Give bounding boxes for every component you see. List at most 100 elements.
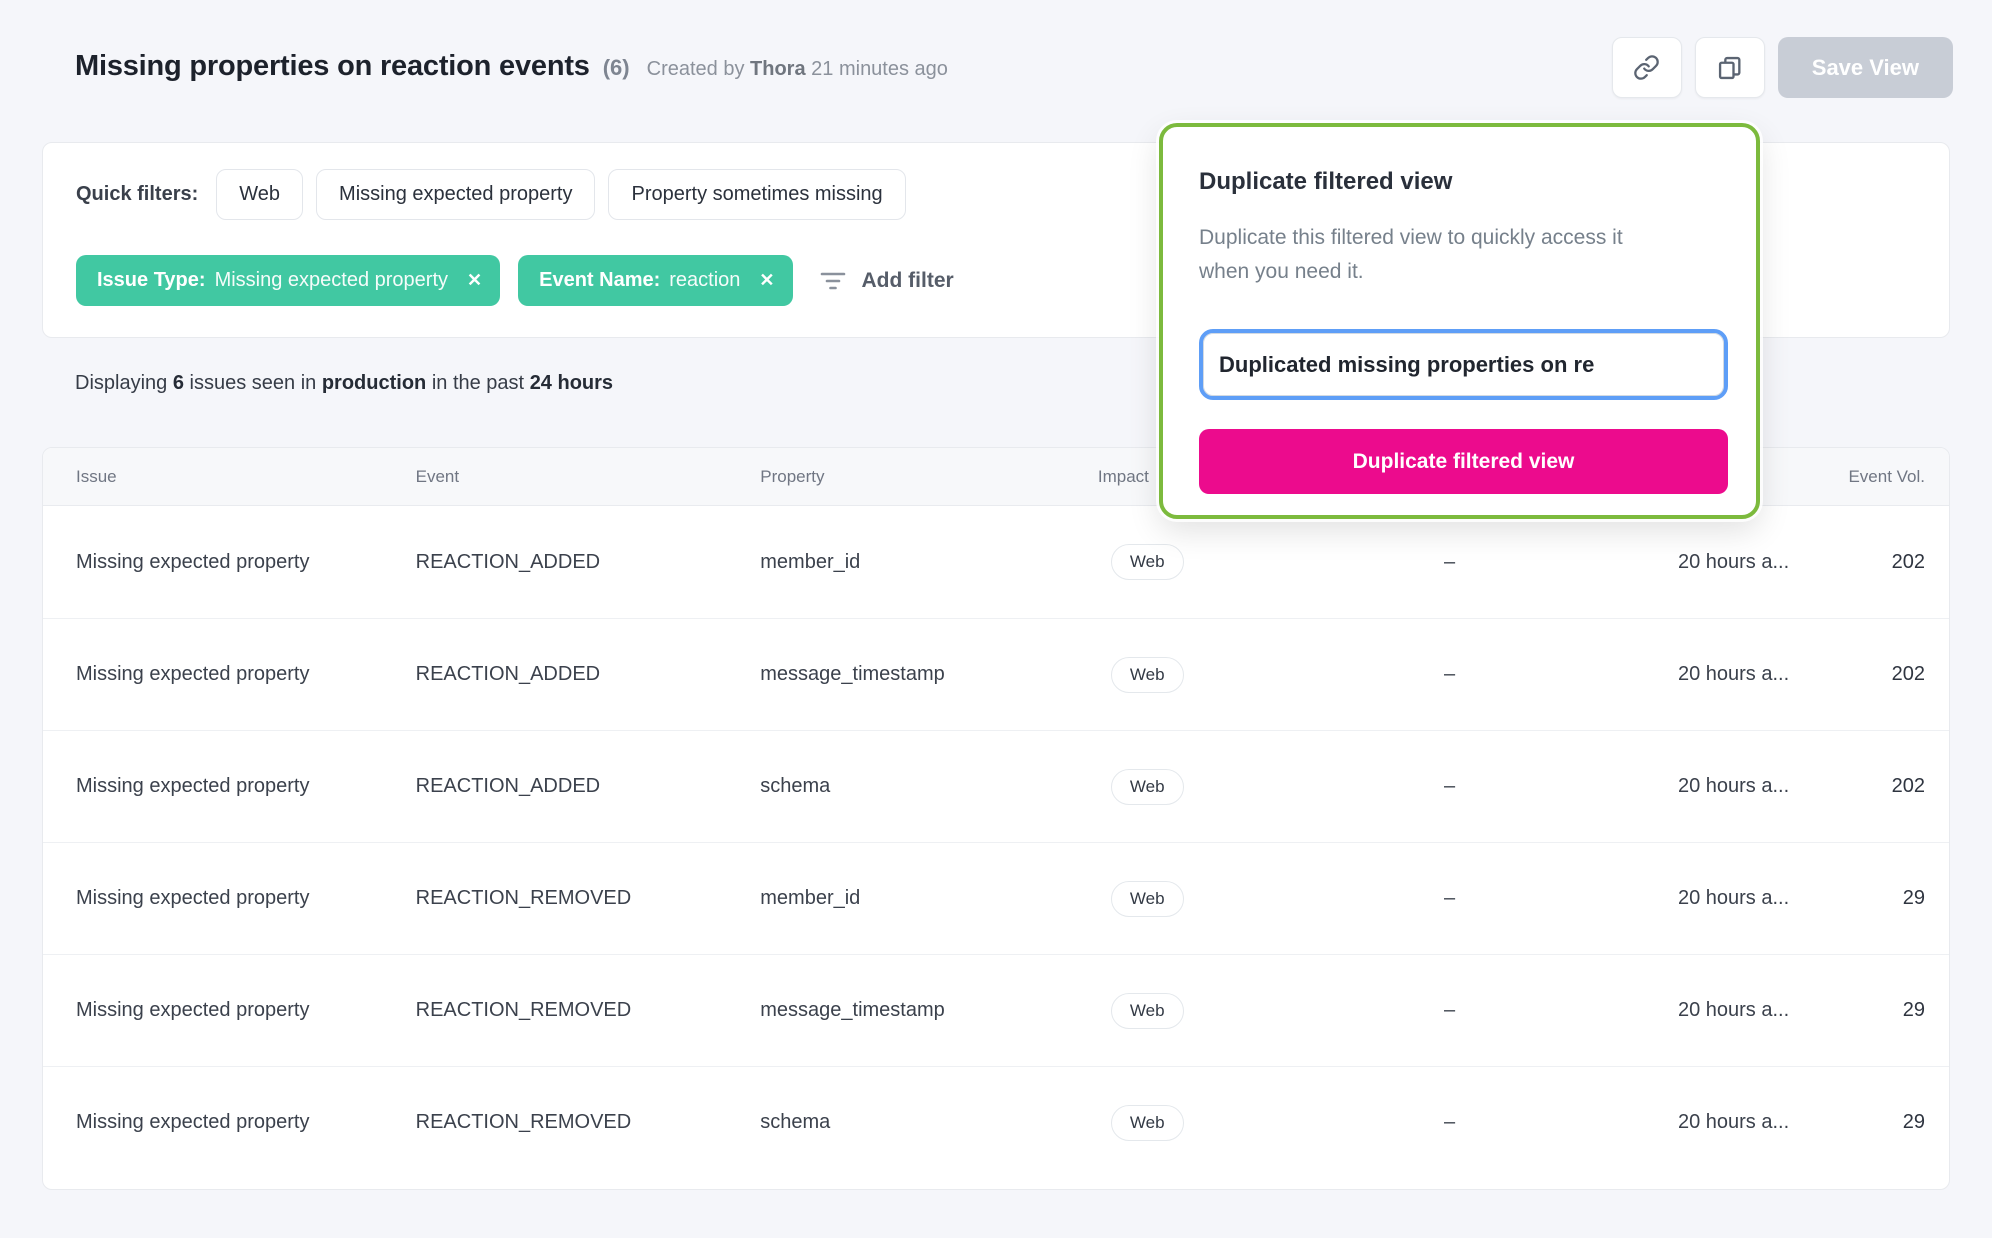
filter-chip-value: Missing expected property xyxy=(214,269,449,291)
last-seen-cell: 20 hours a... xyxy=(1677,1111,1790,1133)
issue-count-badge: (6) xyxy=(602,55,630,80)
platform-cell: Web xyxy=(1098,656,1390,693)
property-cell: member_id xyxy=(760,550,861,573)
page-header: Missing properties on reaction events (6… xyxy=(75,50,948,83)
event-volume-cell: 29 xyxy=(1902,1111,1926,1133)
view-name-input[interactable] xyxy=(1199,329,1728,400)
platform-badge: Web xyxy=(1110,880,1184,917)
table-body: Missing expected property REACTION_ADDED… xyxy=(43,506,1949,1178)
platform-badge: Web xyxy=(1110,544,1184,580)
issue-cell: Missing expected property xyxy=(76,999,310,1021)
event-cell: REACTION_ADDED xyxy=(415,663,601,685)
last-seen-cell: 20 hours a... xyxy=(1677,775,1790,797)
add-filter-button[interactable]: Add filter xyxy=(819,269,954,293)
summary-line: Displaying 6 issues seen in production i… xyxy=(75,372,613,395)
filter-chip-label: Event Name: xyxy=(539,269,661,291)
filter-chip-value: reaction xyxy=(669,269,741,291)
property-cell: message_timestamp xyxy=(760,663,945,685)
duplicate-view-button[interactable] xyxy=(1694,37,1765,98)
issue-cell: Missing expected property xyxy=(76,550,310,573)
summary-text: in the past xyxy=(431,372,525,394)
platform-badge: Web xyxy=(1110,992,1184,1029)
platform-badge: Web xyxy=(1110,656,1184,693)
event-volume-cell: 202 xyxy=(1891,775,1926,797)
created-time-ago: 21 minutes ago xyxy=(811,58,948,80)
duplicate-filtered-view-button[interactable]: Duplicate filtered view xyxy=(1199,429,1728,494)
event-volume-cell: 29 xyxy=(1902,887,1926,909)
platform-cell: Web xyxy=(1098,880,1390,917)
copy-icon xyxy=(1716,54,1744,82)
issues-table: Issue Event Property Impact Event Vol. M… xyxy=(42,447,1950,1190)
event-volume-cell: 202 xyxy=(1891,663,1926,685)
issue-cell: Missing expected property xyxy=(76,775,310,797)
page: Missing properties on reaction events (6… xyxy=(0,0,1992,1238)
table-row[interactable]: Missing expected property REACTION_REMOV… xyxy=(43,1066,1949,1178)
filter-chip-issue-type[interactable]: Issue Type: Missing expected property ✕ xyxy=(76,255,501,306)
impact-cell: – xyxy=(1443,887,1456,909)
last-seen-cell: 20 hours a... xyxy=(1677,663,1790,685)
table-row[interactable]: Missing expected property REACTION_ADDED… xyxy=(43,506,1949,618)
add-filter-label: Add filter xyxy=(861,268,954,292)
table-row[interactable]: Missing expected property REACTION_ADDED… xyxy=(43,730,1949,842)
active-filters-row: Issue Type: Missing expected property ✕ … xyxy=(76,255,954,306)
event-cell: REACTION_ADDED xyxy=(415,775,601,797)
popover-title: Duplicate filtered view xyxy=(1199,168,1453,195)
impact-cell: – xyxy=(1443,1111,1456,1133)
summary-count: 6 xyxy=(172,372,184,394)
platform-cell: Web xyxy=(1098,768,1390,805)
property-cell: member_id xyxy=(760,887,861,909)
summary-time-range: 24 hours xyxy=(529,372,614,394)
last-seen-cell: 20 hours a... xyxy=(1677,887,1790,909)
table-row[interactable]: Missing expected property REACTION_REMOV… xyxy=(43,954,1949,1066)
quick-filter-missing-expected-property[interactable]: Missing expected property xyxy=(316,169,596,220)
quick-filter-property-sometimes-missing[interactable]: Property sometimes missing xyxy=(608,169,906,220)
event-volume-cell: 29 xyxy=(1902,999,1926,1021)
page-title: Missing properties on reaction events xyxy=(75,50,590,82)
event-cell: REACTION_REMOVED xyxy=(415,1111,632,1133)
copy-link-button[interactable] xyxy=(1611,37,1682,98)
quick-filters-label: Quick filters: xyxy=(76,183,199,205)
summary-environment: production xyxy=(321,372,427,394)
filter-chip-event-name[interactable]: Event Name: reaction ✕ xyxy=(518,255,793,306)
filter-lines-icon xyxy=(819,269,847,293)
table-row[interactable]: Missing expected property REACTION_ADDED… xyxy=(43,618,1949,730)
column-header-issue: Issue xyxy=(76,466,117,486)
created-by-meta: Created by Thora 21 minutes ago xyxy=(647,58,948,81)
impact-cell: – xyxy=(1443,663,1456,685)
last-seen-cell: 20 hours a... xyxy=(1677,999,1790,1021)
platform-cell: Web xyxy=(1098,992,1390,1029)
event-cell: REACTION_REMOVED xyxy=(415,999,632,1021)
remove-filter-icon[interactable]: ✕ xyxy=(759,270,774,291)
event-cell: REACTION_ADDED xyxy=(415,550,601,573)
last-seen-cell: 20 hours a... xyxy=(1677,550,1790,573)
author-name: Thora xyxy=(750,58,806,80)
platform-cell: Web xyxy=(1098,544,1390,580)
remove-filter-icon[interactable]: ✕ xyxy=(467,270,482,291)
filter-chip-label: Issue Type: xyxy=(97,269,206,291)
link-icon xyxy=(1633,54,1660,81)
save-view-button[interactable]: Save View xyxy=(1777,37,1953,98)
platform-badge: Web xyxy=(1110,1104,1184,1141)
issue-cell: Missing expected property xyxy=(76,1111,310,1133)
created-by-label: Created by xyxy=(646,58,745,80)
popover-description: Duplicate this filtered view to quickly … xyxy=(1199,226,1623,283)
event-volume-cell: 202 xyxy=(1891,550,1926,573)
impact-cell: – xyxy=(1443,775,1456,797)
column-header-event: Event xyxy=(415,466,460,486)
property-cell: schema xyxy=(760,1111,831,1133)
issue-cell: Missing expected property xyxy=(76,887,310,909)
impact-cell: – xyxy=(1443,999,1456,1021)
quick-filter-web[interactable]: Web xyxy=(216,169,304,220)
column-header-event-vol: Event Vol. xyxy=(1848,466,1926,486)
summary-text: issues seen in xyxy=(189,372,317,394)
table-row[interactable]: Missing expected property REACTION_REMOV… xyxy=(43,842,1949,954)
column-header-property: Property xyxy=(760,466,825,486)
platform-badge: Web xyxy=(1110,768,1184,805)
header-actions: Save View xyxy=(1611,37,1953,98)
impact-cell: – xyxy=(1443,550,1456,573)
property-cell: message_timestamp xyxy=(760,999,945,1021)
quick-filters-row: Quick filters: Web Missing expected prop… xyxy=(76,169,906,220)
duplicate-view-popover: Duplicate filtered view Duplicate this f… xyxy=(1159,123,1760,519)
issue-cell: Missing expected property xyxy=(76,663,310,685)
event-cell: REACTION_REMOVED xyxy=(415,887,632,909)
